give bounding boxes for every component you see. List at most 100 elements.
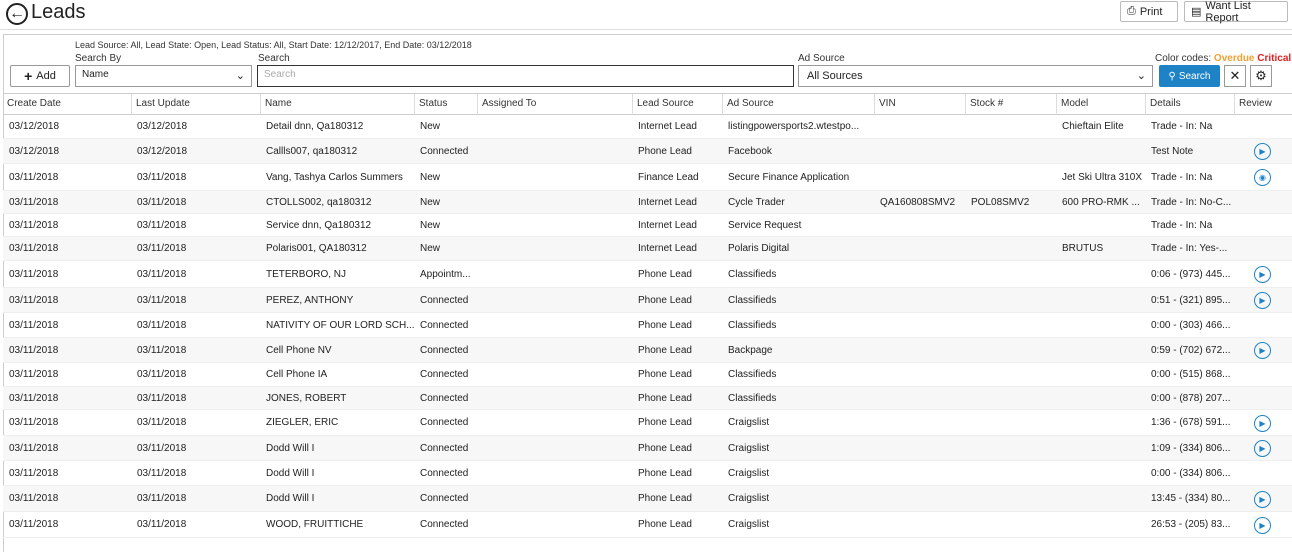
cell-ad: Classifieds xyxy=(728,269,777,280)
table-row[interactable]: 03/11/2018 03/11/2018 JONES, ROBERT Connect… xyxy=(3,387,1292,410)
play-recording-icon[interactable]: ▶ xyxy=(1254,143,1271,160)
play-recording-icon[interactable]: ▶ xyxy=(1254,266,1271,283)
cell-name[interactable]: TETERBORO, NJ xyxy=(266,261,416,288)
cell-model: Jet Ski Ultra 310X xyxy=(1062,172,1143,183)
table-row[interactable]: 03/11/2018 03/11/2018 Cell Phone IA Connect… xyxy=(3,363,1292,387)
cell-details: 0:00 - (334) 806... xyxy=(1151,468,1231,479)
cell-name[interactable]: ZIEGLER, ERIC xyxy=(266,410,416,436)
table-row[interactable]: 03/11/2018 03/11/2018 Polaris001, QA180312… xyxy=(3,237,1292,261)
cell-ad: Craigslist xyxy=(728,493,770,504)
cell-name[interactable]: Dodd Will I xyxy=(266,486,416,512)
search-button[interactable]: ⚲ Search xyxy=(1159,65,1220,87)
column-header[interactable]: Create Date xyxy=(3,94,131,115)
cell-name[interactable]: Service dnn, Qa180312 xyxy=(266,214,416,237)
cell-name[interactable]: Polaris001, QA180312 xyxy=(266,237,416,261)
column-header[interactable]: Last Update xyxy=(131,94,260,115)
table-row[interactable]: 03/11/2018 03/11/2018 Cell Phone NV Connect… xyxy=(3,338,1292,363)
cell-details: 13:45 - (334) 80... xyxy=(1151,493,1231,504)
play-recording-icon[interactable]: ▶ xyxy=(1254,415,1271,432)
ad-source-select[interactable]: All Sources ⌄ xyxy=(798,65,1153,87)
add-lead-button[interactable]: + Add xyxy=(10,65,70,87)
cell-ad: Service Request xyxy=(728,220,802,231)
cell-name[interactable]: Dodd Will I xyxy=(266,461,416,486)
print-button[interactable]: ⎙ Print xyxy=(1120,1,1178,22)
cell-name[interactable]: CTOLLS002, qa180312 xyxy=(266,191,416,214)
cell-source: Internet Lead xyxy=(638,220,697,231)
table-row[interactable]: 03/11/2018 03/11/2018 Vang, Tashya Carlos … xyxy=(3,164,1292,191)
cell-status: Connected xyxy=(420,417,469,428)
table-row[interactable]: 03/11/2018 03/11/2018 ZIEGLER, ERIC Connect… xyxy=(3,410,1292,436)
back-arrow-icon[interactable]: ← xyxy=(6,3,28,25)
column-header[interactable]: Name xyxy=(260,94,414,115)
chevron-down-icon: ⌄ xyxy=(1136,70,1146,82)
cell-create: 03/11/2018 xyxy=(9,320,59,331)
settings-button[interactable]: ⚙ xyxy=(1250,65,1272,87)
cell-name[interactable]: JONES, ROBERT xyxy=(266,387,416,410)
cell-name[interactable]: WOOD, FRUITTICHE xyxy=(266,512,416,538)
cell-details: Trade - In: Yes-... xyxy=(1151,243,1228,254)
search-by-select[interactable]: Name ⌄ xyxy=(75,65,252,87)
cell-name[interactable]: Cell Phone IA xyxy=(266,363,416,387)
cell-ad: Classifieds xyxy=(728,393,777,404)
column-header[interactable]: VIN xyxy=(874,94,965,115)
cell-source: Phone Lead xyxy=(638,295,692,306)
cell-source: Internet Lead xyxy=(638,243,697,254)
play-recording-icon[interactable]: ▶ xyxy=(1254,440,1271,457)
column-header[interactable]: Stock # xyxy=(965,94,1056,115)
table-row[interactable]: 03/11/2018 03/11/2018 WOOD, FRUITTICHE Conn… xyxy=(3,512,1292,538)
cell-name[interactable]: PEREZ, ANTHONY xyxy=(266,288,416,313)
column-header[interactable]: Lead Source xyxy=(632,94,722,115)
cell-ad: Secure Finance Application xyxy=(728,172,850,183)
cell-create: 03/11/2018 xyxy=(9,197,59,208)
cell-status: Connected xyxy=(420,493,469,504)
play-recording-icon[interactable]: ▶ xyxy=(1254,342,1271,359)
cell-source: Internet Lead xyxy=(638,197,697,208)
cell-name[interactable]: Cell Phone NV xyxy=(266,338,416,363)
clear-filters-button[interactable]: ✕ xyxy=(1224,65,1246,87)
cell-create: 03/11/2018 xyxy=(9,443,59,454)
view-eye-icon[interactable]: ◉ xyxy=(1254,169,1271,186)
cell-name[interactable]: Detail dnn, Qa180312 xyxy=(266,115,416,139)
cell-ad: Backpage xyxy=(728,345,773,356)
cell-name[interactable]: Callls007, qa180312 xyxy=(266,139,416,164)
column-header[interactable]: Review xyxy=(1234,94,1288,115)
table-row[interactable]: 03/11/2018 03/11/2018 NATIVITY OF OUR LORD… xyxy=(3,313,1292,338)
want-list-report-button[interactable]: ▤ Want List Report xyxy=(1184,0,1288,24)
cell-update: 03/11/2018 xyxy=(137,519,187,530)
cell-ad: Classifieds xyxy=(728,295,777,306)
play-recording-icon[interactable]: ▶ xyxy=(1254,517,1271,534)
play-recording-icon[interactable]: ▶ xyxy=(1254,292,1271,309)
cell-name[interactable]: NATIVITY OF OUR LORD SCH... xyxy=(266,313,416,338)
play-recording-icon[interactable]: ▶ xyxy=(1254,491,1271,508)
cell-details: 26:53 - (205) 83... xyxy=(1151,519,1231,530)
table-row[interactable]: 03/12/2018 03/12/2018 Callls007, qa180312 C… xyxy=(3,139,1292,164)
cell-create: 03/11/2018 xyxy=(9,493,59,504)
cell-update: 03/11/2018 xyxy=(137,295,187,306)
table-row[interactable]: 03/11/2018 03/11/2018 CTOLLS002, qa180312 N… xyxy=(3,191,1292,214)
table-row[interactable]: 03/11/2018 03/11/2018 PEREZ, ANTHONY Connec… xyxy=(3,288,1292,313)
table-row[interactable]: 03/11/2018 03/11/2018 Service dnn, Qa18031… xyxy=(3,214,1292,237)
search-input[interactable]: Search xyxy=(257,65,794,87)
cell-details: Trade - In: Na xyxy=(1151,121,1213,132)
column-header[interactable]: Status xyxy=(414,94,477,115)
cell-source: Phone Lead xyxy=(638,393,692,404)
column-header[interactable]: Ad Source xyxy=(722,94,874,115)
table-row[interactable]: 03/11/2018 03/11/2018 Dodd Will I Connected… xyxy=(3,461,1292,486)
table-row[interactable]: 03/11/2018 03/11/2018 TETERBORO, NJ Appoint… xyxy=(3,261,1292,288)
column-header[interactable]: Details xyxy=(1145,94,1234,115)
cell-ad: Facebook xyxy=(728,146,772,157)
page-title: Leads xyxy=(31,1,86,23)
cell-create: 03/12/2018 xyxy=(9,121,60,132)
cell-status: New xyxy=(420,172,441,183)
column-header[interactable]: Model xyxy=(1056,94,1145,115)
cell-name[interactable]: Dodd Will I xyxy=(266,436,416,461)
table-row[interactable]: 03/11/2018 03/11/2018 Dodd Will I Connected… xyxy=(3,436,1292,461)
cell-name[interactable]: Vang, Tashya Carlos Summers xyxy=(266,164,416,191)
cell-create: 03/11/2018 xyxy=(9,269,59,280)
cell-create: 03/11/2018 xyxy=(9,519,59,530)
column-header[interactable]: Assigned To xyxy=(477,94,632,115)
chevron-down-icon: ⌄ xyxy=(235,70,245,82)
table-row[interactable]: 03/11/2018 03/11/2018 Dodd Will I Connected… xyxy=(3,486,1292,512)
table-body: 03/12/2018 03/12/2018 Detail dnn, Qa180312… xyxy=(3,115,1292,538)
table-row[interactable]: 03/12/2018 03/12/2018 Detail dnn, Qa180312… xyxy=(3,115,1292,139)
